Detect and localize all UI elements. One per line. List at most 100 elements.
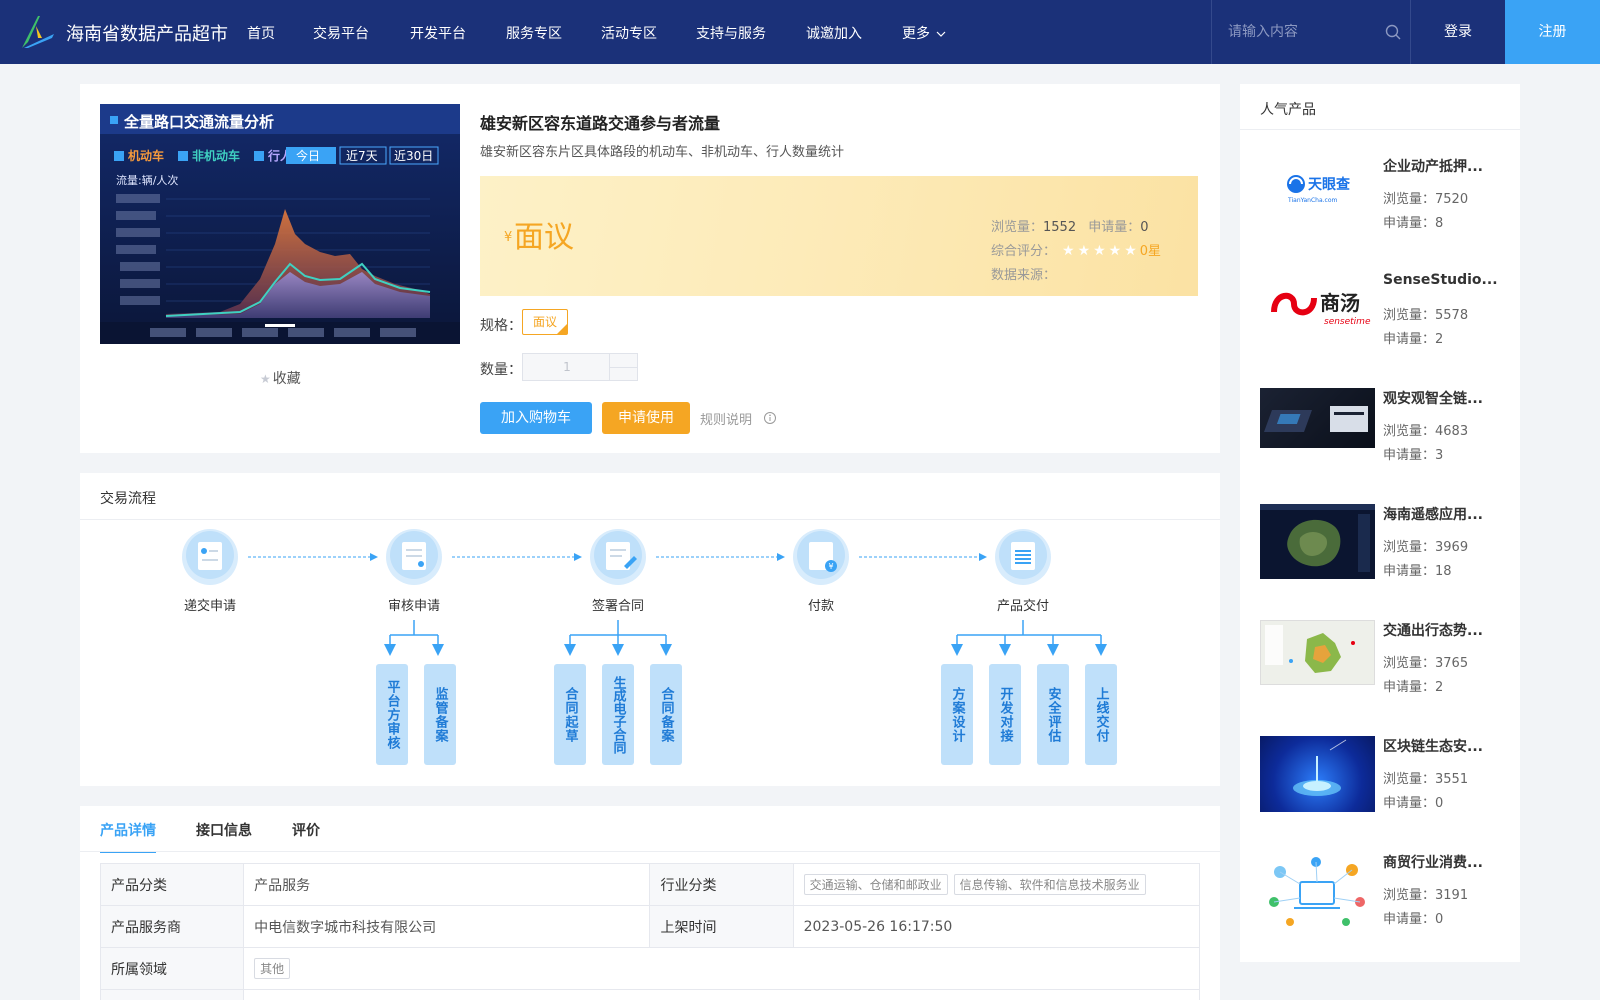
thumb-logo-sub: sensetime [1324,317,1371,327]
step-submit-label: 递交申请 [184,598,236,614]
table-row: 产品分类 产品服务 行业分类 交通运输、仓储和邮政业 信息传输、软件和信息技术服务… [99,863,1201,906]
popular-item-views: 浏览量：5578 [1383,308,1469,323]
product-image[interactable]: 全量路口交通流量分析 机动车 非机动车 行人 今日 近7天 近30日 流量:辆/… [100,104,460,344]
qty-label: 数量： [480,362,522,378]
thumb-logo-text: 商汤 [1320,291,1360,315]
step-delivery-label: 产品交付 [997,598,1049,614]
image-btn-7d: 近7天 [346,149,378,163]
brand-name[interactable]: 海南省数据产品超市 [66,20,228,46]
applications-value: 0 [1140,220,1149,235]
search-icon[interactable] [1384,23,1402,41]
nav-more[interactable]: 更多 [902,23,946,43]
thumb-logo-sub: TianYanCha.com [1287,197,1337,204]
favorite-button[interactable]: ★ 收藏 [260,368,301,388]
currency-symbol: ¥ [504,230,513,245]
popular-item[interactable]: 天眼查 TianYanCha.com 企业动产抵押... 浏览量：7520 申请… [1260,156,1510,256]
image-legend-nonmotor: 非机动车 [192,148,240,163]
product-detail-card: 产品详情 接口信息 评价 产品分类 产品服务 行业分类 交通运输、仓储和邮政业信… [80,806,1220,1000]
info-icon[interactable] [763,411,777,425]
rules-link[interactable]: 规则说明 [700,409,752,428]
substep-solution-design: 方案设计 [941,664,973,765]
image-unit-text: 流量:辆/人次 [116,173,178,187]
popular-item-views: 浏览量：7520 [1383,192,1469,207]
stats-views-apps: 浏览量：1552 申请量：0 [991,216,1149,235]
popular-item[interactable]: 区块链生态安... 浏览量：3551 申请量：0 [1260,736,1510,836]
brand-logo-icon[interactable] [18,12,58,52]
step-contract-label: 签署合同 [592,598,644,614]
popular-item-views: 浏览量：3969 [1383,540,1469,555]
qty-increase-button[interactable] [609,354,637,368]
transaction-flow-card: 交易流程 递交申请 审核申请 签署合同 ¥ 付款 产品交付 平台方审核 监管备案… [80,473,1220,786]
views-value: 1552 [1043,220,1077,235]
substep-dev-integration: 开发对接 [989,664,1021,765]
rating-row: 综合评分： ★★★★★0星 [991,240,1161,259]
selected-corner-icon [557,324,567,334]
spec-option[interactable]: 面议 [522,309,568,335]
popular-products-card: 人气产品 天眼查 TianYanCha.com 企业动产抵押... 浏览量：75… [1240,84,1520,962]
nav-dev-platform[interactable]: 开发平台 [410,23,466,43]
product-thumbnail: 商汤 sensetime [1260,272,1375,342]
data-source-label: 数据来源： [991,268,1057,283]
step-payment: ¥ 付款 [793,529,849,614]
tab-reviews[interactable]: 评价 [292,820,320,851]
substep-contract-filing: 合同备案 [650,664,682,765]
popular-item[interactable]: 交通出行态势... 浏览量：3765 申请量：2 [1260,620,1510,720]
product-title: 雄安新区容东道路交通参与者流量 [480,114,721,133]
nav-trading-platform[interactable]: 交易平台 [313,23,369,43]
popular-item-name: 交通出行态势... [1383,623,1483,639]
provider-value: 中电信数字城市科技有限公司 [243,905,651,948]
popular-item-name: 区块链生态安... [1383,739,1483,755]
add-to-cart-button[interactable]: 加入购物车 [480,402,592,434]
product-thumbnail [1260,852,1375,932]
qty-decrease-button[interactable] [609,368,637,381]
chevron-down-icon [937,31,946,37]
industry-tag: 交通运输、仓储和邮政业 [803,874,948,895]
product-summary-card: 全量路口交通流量分析 机动车 非机动车 行人 今日 近7天 近30日 流量:辆/… [80,84,1220,453]
substep-regulatory-filing: 监管备案 [424,664,456,765]
tab-product-detail[interactable]: 产品详情 [100,820,156,853]
product-thumbnail [1260,388,1375,448]
popular-item[interactable]: 观安观智全链... 浏览量：4683 申请量：3 [1260,388,1510,488]
listed-key: 上架时间 [649,905,794,948]
quantity-stepper[interactable]: 1 [522,353,638,381]
nav-activity-zone[interactable]: 活动专区 [601,23,657,43]
step-delivery: 产品交付 [995,529,1051,614]
search-input[interactable] [1228,20,1378,44]
table-row [99,989,1200,1000]
popular-item[interactable]: 商汤 sensetime SenseStudio... 浏览量：5578 申请量… [1260,272,1510,372]
applications-label: 申请量： [1088,220,1141,235]
popular-item[interactable]: 商贸行业消费... 浏览量：3191 申请量：0 [1260,852,1510,952]
thumb-logo-text: 天眼查 [1308,176,1351,193]
apply-use-button[interactable]: 申请使用 [602,402,690,434]
popular-item-name: SenseStudio... [1383,272,1498,288]
popular-item-apps: 申请量：2 [1383,680,1444,695]
login-button[interactable]: 登录 [1411,0,1505,64]
product-subtitle: 雄安新区容东片区具体路段的机动车、非机动车、行人数量统计 [480,145,845,160]
nav-service-zone[interactable]: 服务专区 [506,23,562,43]
svg-text:¥: ¥ [828,562,833,571]
domain-key: 所属领域 [99,947,245,990]
substep-platform-review: 平台方审核 [376,664,408,765]
popular-item-name: 商贸行业消费... [1383,855,1483,871]
provider-key: 产品服务商 [99,905,245,948]
substep-draft-contract: 合同起草 [554,664,586,765]
popular-item-views: 浏览量：3765 [1383,656,1469,671]
nav-join[interactable]: 诚邀加入 [806,23,862,43]
image-legend-motor: 机动车 [128,148,164,163]
table-row: 所属领域 其他 [99,947,1200,990]
product-thumbnail [1260,504,1375,579]
nav-home[interactable]: 首页 [247,23,275,43]
domain-tag: 其他 [254,958,291,979]
substep-e-contract: 生成电子合同 [602,664,634,765]
step-submit: 递交申请 [182,529,238,614]
register-button[interactable]: 注册 [1505,0,1600,64]
product-thumbnail: 天眼查 TianYanCha.com [1260,156,1375,226]
image-btn-today: 今日 [296,148,320,163]
empty-value [243,989,1200,1000]
tab-interface-info[interactable]: 接口信息 [196,820,252,851]
domain-value: 其他 [243,947,1200,990]
rating-value: 0星 [1139,244,1162,259]
popular-item[interactable]: 海南遥感应用... 浏览量：3969 申请量：18 [1260,504,1510,604]
nav-support[interactable]: 支持与服务 [696,23,766,43]
popular-item-name: 海南遥感应用... [1383,507,1483,523]
